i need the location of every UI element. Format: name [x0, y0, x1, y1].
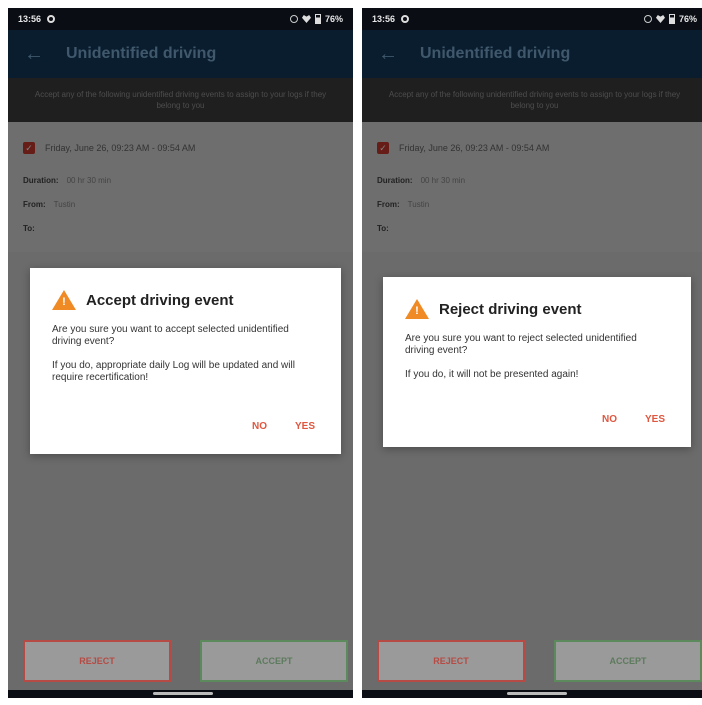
battery-percent: 76% — [678, 14, 697, 24]
screen-reject: 13:56 76% ← Unidentified driving Accept … — [362, 8, 702, 698]
sync-icon — [47, 15, 56, 23]
wifi-icon — [301, 15, 311, 23]
nav-bar — [8, 690, 353, 698]
warning-icon: ! — [52, 290, 76, 310]
battery-percent: 76% — [324, 14, 343, 24]
dialog-message: Are you sure you want to reject selected… — [405, 333, 637, 356]
no-button[interactable]: NO — [252, 421, 267, 432]
dialog-title: Accept driving event — [86, 291, 234, 309]
reject-button[interactable]: REJECT — [23, 640, 171, 682]
accept-button[interactable]: ACCEPT — [200, 640, 348, 682]
status-bar: 13:56 76% — [362, 8, 702, 30]
dialog-title: Reject driving event — [439, 300, 582, 318]
sync-icon — [401, 15, 410, 23]
dialog-body: Are you sure you want to reject selected… — [405, 333, 669, 381]
accept-button[interactable]: ACCEPT — [554, 640, 702, 682]
dialog-body: Are you sure you want to accept selected… — [52, 324, 319, 384]
dialog-header: ! Accept driving event — [52, 290, 319, 310]
dialog-header: ! Reject driving event — [405, 299, 669, 319]
accept-dialog: ! Accept driving event Are you sure you … — [30, 268, 341, 454]
home-handle[interactable] — [153, 692, 213, 695]
nav-bar — [362, 690, 702, 698]
status-time: 13:56 — [372, 14, 396, 24]
battery-icon — [314, 14, 321, 24]
dialog-actions: NO YES — [252, 421, 315, 432]
dialog-note: If you do, it will not be presented agai… — [405, 369, 579, 380]
yes-button[interactable]: YES — [295, 421, 315, 432]
dialog-message: Are you sure you want to accept selected… — [52, 324, 289, 347]
status-time: 13:56 — [18, 14, 42, 24]
yes-button[interactable]: YES — [645, 414, 665, 425]
wifi-icon — [655, 15, 665, 23]
alarm-icon — [643, 15, 652, 23]
reject-dialog: ! Reject driving event Are you sure you … — [383, 277, 691, 447]
dialog-note: If you do, appropriate daily Log will be… — [52, 360, 295, 383]
home-handle[interactable] — [507, 692, 567, 695]
battery-icon — [668, 14, 675, 24]
screen-accept: 13:56 76% ← Unidentified driving Accept … — [8, 8, 353, 698]
reject-button[interactable]: REJECT — [377, 640, 525, 682]
status-bar: 13:56 76% — [8, 8, 353, 30]
dialog-actions: NO YES — [602, 414, 665, 425]
warning-icon: ! — [405, 299, 429, 319]
alarm-icon — [289, 15, 298, 23]
no-button[interactable]: NO — [602, 414, 617, 425]
